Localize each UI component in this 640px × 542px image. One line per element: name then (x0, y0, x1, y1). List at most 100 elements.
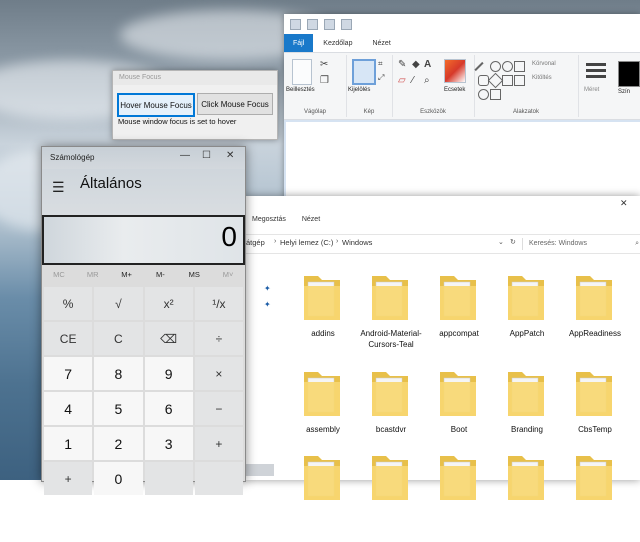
folder-item[interactable]: Boot (420, 362, 498, 458)
undo-icon[interactable] (324, 18, 335, 30)
calc-key[interactable]: √ (94, 287, 143, 320)
copy-icon[interactable]: ❐ (320, 75, 329, 86)
calc-key[interactable]: 0 (94, 462, 143, 495)
close-icon[interactable]: ✕ (226, 150, 234, 161)
star-shape-icon[interactable] (478, 89, 489, 100)
calc-key[interactable]: 9 (144, 357, 193, 390)
rectangle-shape-icon[interactable] (514, 61, 525, 72)
folder-item[interactable] (420, 446, 498, 542)
folder-item[interactable]: bcastdvr (352, 362, 430, 458)
folder-item[interactable]: AppReadiness (556, 266, 634, 362)
close-icon[interactable]: ✕ (620, 198, 628, 209)
eraser-icon[interactable]: ▱ (398, 75, 406, 86)
calculator-header: ☰ Általános (42, 169, 245, 215)
calc-key[interactable]: + (194, 427, 243, 460)
search-box[interactable]: Keresés: Windows ⌕ (522, 238, 640, 250)
tab-file[interactable]: Fájl (284, 34, 314, 52)
pencil-icon[interactable]: ✎ (398, 59, 406, 70)
breadcrumb-this-pc[interactable]: átgép (246, 238, 265, 247)
nav-selected-item[interactable] (244, 464, 274, 476)
hover-mouse-focus-button[interactable]: Hover Mouse Focus (117, 93, 195, 117)
folder-item[interactable]: CbsTemp (556, 362, 634, 458)
breadcrumb-local-disk[interactable]: Helyi lemez (C:) (280, 238, 333, 247)
brushes-icon[interactable] (444, 59, 466, 83)
calc-key[interactable]: ÷ (194, 322, 243, 355)
calc-key[interactable]: C (94, 322, 143, 355)
calc-key[interactable]: 5 (94, 392, 143, 425)
redo-icon[interactable] (341, 18, 352, 30)
calc-key[interactable]: + (44, 462, 93, 495)
outline-label[interactable]: Körvonal (532, 61, 556, 67)
pin-icon[interactable]: ✦ (264, 300, 271, 309)
tab-home[interactable]: Kezdőlap (313, 34, 362, 52)
memory-clear-button[interactable]: MC (42, 267, 76, 283)
calc-key[interactable]: − (194, 392, 243, 425)
canvas-area (284, 120, 640, 204)
paste-icon[interactable] (292, 59, 312, 85)
memory-subtract-button[interactable]: M- (143, 267, 177, 283)
callout-shape-icon[interactable] (490, 89, 501, 100)
calc-key[interactable]: 1 (44, 427, 93, 460)
menu-icon[interactable]: ☰ (52, 179, 65, 196)
calc-key[interactable]: 4 (44, 392, 93, 425)
curve-shape-icon[interactable] (490, 61, 501, 72)
fill-icon[interactable]: ◆ (412, 59, 420, 70)
memory-store-button[interactable]: MS (177, 267, 211, 283)
save-icon[interactable] (307, 18, 318, 30)
chevron-down-icon[interactable]: ⌄ (498, 238, 504, 246)
folder-item[interactable]: assembly (284, 362, 362, 458)
refresh-icon[interactable]: ↻ (510, 238, 516, 246)
breadcrumb-windows[interactable]: Windows (342, 238, 372, 247)
folder-item[interactable] (352, 446, 430, 542)
calc-key[interactable]: × (194, 357, 243, 390)
calc-key[interactable]: x² (144, 287, 193, 320)
calc-key[interactable]: ⌫ (144, 322, 193, 355)
arrow-shape-icon[interactable] (514, 75, 525, 86)
crop-icon[interactable]: ⌗ (378, 59, 383, 69)
click-mouse-focus-button[interactable]: Click Mouse Focus (197, 93, 273, 115)
folder-item[interactable]: Branding (488, 362, 566, 458)
calc-key[interactable]: 7 (44, 357, 93, 390)
resize-icon[interactable]: ⤢ (378, 73, 384, 83)
fill-label[interactable]: Kitöltés (532, 75, 552, 81)
memory-add-button[interactable]: M+ (110, 267, 144, 283)
address-bar[interactable]: átgép › Helyi lemez (C:) › Windows ⌄ ↻ K… (244, 234, 640, 254)
folder-item[interactable]: Android-Material-Cursors-Teal (352, 266, 430, 362)
tab-view[interactable]: Nézet (294, 216, 328, 230)
drawing-canvas[interactable] (286, 122, 640, 204)
diamond-shape-icon[interactable] (487, 72, 504, 89)
folder-item[interactable]: AppPatch (488, 266, 566, 362)
calc-key[interactable]: 3 (144, 427, 193, 460)
folder-item[interactable] (556, 446, 634, 542)
calc-key[interactable]: % (44, 287, 93, 320)
cut-icon[interactable]: ✂ (320, 59, 328, 70)
select-icon[interactable] (352, 59, 376, 85)
text-icon[interactable]: A (424, 59, 431, 70)
calc-key[interactable]: 8 (94, 357, 143, 390)
folder-item[interactable] (284, 446, 362, 542)
calc-key[interactable] (144, 462, 193, 495)
pin-icon[interactable]: ✦ (264, 284, 271, 293)
calc-key[interactable]: 6 (144, 392, 193, 425)
maximize-icon[interactable]: ☐ (202, 150, 211, 161)
size-icon[interactable] (586, 63, 606, 66)
tab-share[interactable]: Megosztás (244, 216, 294, 230)
folder-item[interactable] (488, 446, 566, 542)
magnifier-icon[interactable]: ⌕ (424, 75, 430, 86)
folder-icon (372, 276, 408, 320)
line-shape-icon[interactable] (474, 61, 484, 72)
color-1-swatch[interactable] (618, 61, 640, 87)
tab-view[interactable]: Nézet (362, 34, 400, 52)
oval-shape-icon[interactable] (502, 61, 513, 72)
calc-key[interactable]: ¹/x (194, 287, 243, 320)
minimize-icon[interactable]: — (180, 150, 190, 161)
folder-item[interactable]: addins (284, 266, 362, 362)
memory-recall-button[interactable]: MR (76, 267, 110, 283)
calc-key[interactable]: CE (44, 322, 93, 355)
calc-key[interactable] (194, 462, 243, 495)
pentagon-shape-icon[interactable] (502, 75, 513, 86)
calc-key[interactable]: 2 (94, 427, 143, 460)
memory-list-button[interactable]: M˅ (211, 267, 245, 283)
color-picker-icon[interactable]: ⁄ (412, 75, 414, 86)
folder-item[interactable]: appcompat (420, 266, 498, 362)
